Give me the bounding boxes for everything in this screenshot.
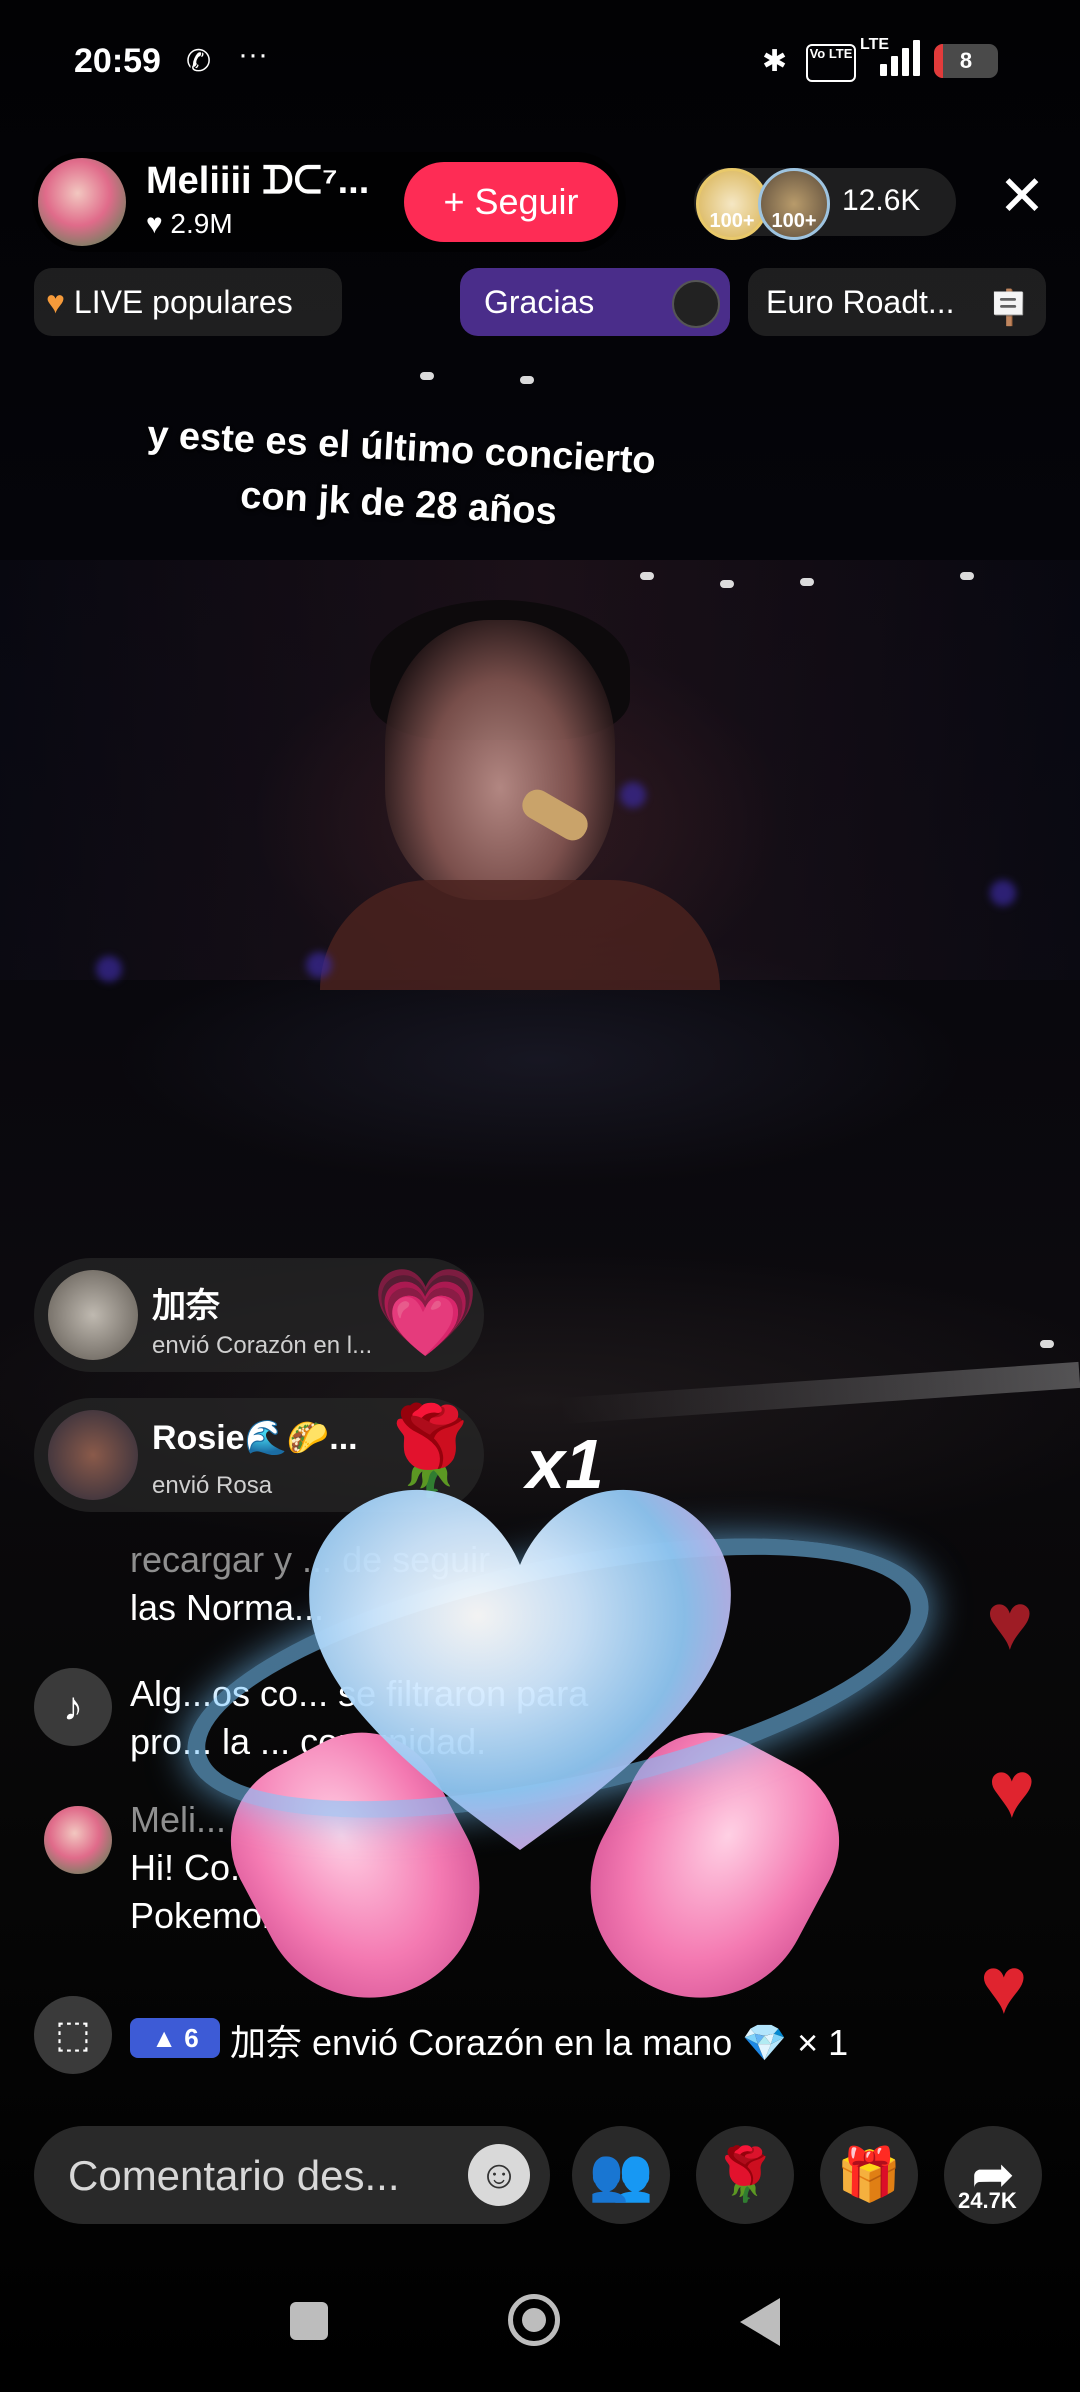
stage-light-blue: [620, 782, 646, 808]
host-avatar[interactable]: [38, 158, 126, 246]
signpost-icon: 🪧: [987, 289, 1030, 327]
gift-sender-name: 加奈: [152, 1287, 220, 1325]
stage-light-blue: [990, 880, 1016, 906]
multi-guest-button[interactable]: 👥: [572, 2126, 670, 2224]
thanks-label: Gracias: [484, 284, 595, 320]
lte-label: LTE: [860, 36, 890, 53]
signal-bar: [902, 48, 909, 76]
host-likes: ♥ 2.9M: [146, 208, 233, 239]
event-label: Euro Roadt...: [766, 284, 955, 320]
recents-button[interactable]: [290, 2302, 328, 2340]
viewers-count: 12.6K: [842, 184, 921, 217]
gift-sender-avatar[interactable]: [48, 1270, 138, 1360]
more-notifications-icon: ···: [238, 38, 268, 71]
commenter-avatar[interactable]: [44, 1806, 112, 1874]
close-icon[interactable]: ✕: [996, 168, 1048, 224]
gift-ticker-text: 加奈 envió Corazón en la mano 💎 × 1: [230, 2022, 849, 2063]
live-popular-label: LIVE populares: [73, 284, 293, 320]
gift-sender-avatar[interactable]: [48, 1410, 138, 1500]
big-heart-gift-icon: [309, 1489, 731, 1850]
thanks-avatar: [672, 280, 720, 328]
people-icon: 👥: [588, 2146, 654, 2204]
gift-sender-name: Rosie🌊🌮...: [152, 1419, 358, 1457]
stage-light-blue: [96, 956, 122, 982]
gift-description: envió Rosa: [152, 1472, 273, 1499]
floating-heart-icon: ♥: [980, 1941, 1028, 2030]
singer-body: [320, 880, 720, 990]
thanks-chip[interactable]: Gracias: [460, 268, 730, 336]
stage-light: [520, 376, 534, 384]
volte-icon: Vo LTE: [806, 44, 856, 82]
rose-icon: 🌹: [712, 2146, 778, 2204]
level-number: 6: [184, 2023, 199, 2053]
battery-label: 8: [959, 48, 973, 73]
follow-button[interactable]: + Seguir: [404, 162, 618, 242]
signal-bar: [880, 64, 887, 76]
whatsapp-icon: ✆: [186, 45, 212, 78]
signal-bar: [891, 56, 898, 76]
user-level-badge: ▲ 6: [130, 2018, 220, 2058]
stage-light: [960, 572, 974, 580]
emoji-icon[interactable]: ☺: [468, 2144, 530, 2206]
stage-light: [640, 572, 654, 580]
share-count: 24.7K: [958, 2188, 1017, 2213]
heart-in-hands-gift-icon: 💗: [372, 1265, 480, 1361]
rose-button[interactable]: 🌹: [696, 2126, 794, 2224]
host-name[interactable]: Meliiii ᗪᑕ⁷...: [146, 160, 369, 203]
bluetooth-icon: ✱: [762, 45, 788, 78]
home-button[interactable]: [508, 2294, 560, 2346]
top-viewer-avatar[interactable]: 100+: [758, 168, 830, 240]
live-popular-chip[interactable]: ♥ LIVE populares: [34, 268, 342, 336]
floating-heart-icon: ♥: [986, 1577, 1034, 1666]
stage-light: [420, 372, 434, 380]
stage-light: [1040, 1340, 1054, 1348]
tiktok-icon: ♪: [34, 1668, 112, 1746]
gift-icon: 🎁: [836, 2146, 902, 2204]
level-triangle-icon: ▲: [151, 2023, 178, 2053]
commenter-name[interactable]: Meli...: [130, 1796, 226, 1844]
stage-light: [720, 580, 734, 588]
back-button[interactable]: [740, 2298, 780, 2346]
gift-button[interactable]: 🎁: [820, 2126, 918, 2224]
stage-light: [800, 578, 814, 586]
battery-icon: 8: [934, 44, 998, 78]
stage-light-blue: [306, 952, 332, 978]
event-chip[interactable]: Euro Roadt... 🪧: [748, 268, 1046, 336]
gift-box-icon[interactable]: ⬚: [34, 1996, 112, 2074]
comment-placeholder: Comentario des...: [68, 2152, 400, 2199]
singer-face: [385, 620, 615, 900]
status-time: 20:59: [74, 42, 161, 80]
floating-heart-icon: ♥: [988, 1745, 1036, 1834]
home-dot: [522, 2308, 546, 2332]
gift-description: envió Corazón en l...: [152, 1332, 373, 1359]
signal-bar: [913, 40, 920, 76]
heart-icon: ♥: [46, 284, 65, 320]
